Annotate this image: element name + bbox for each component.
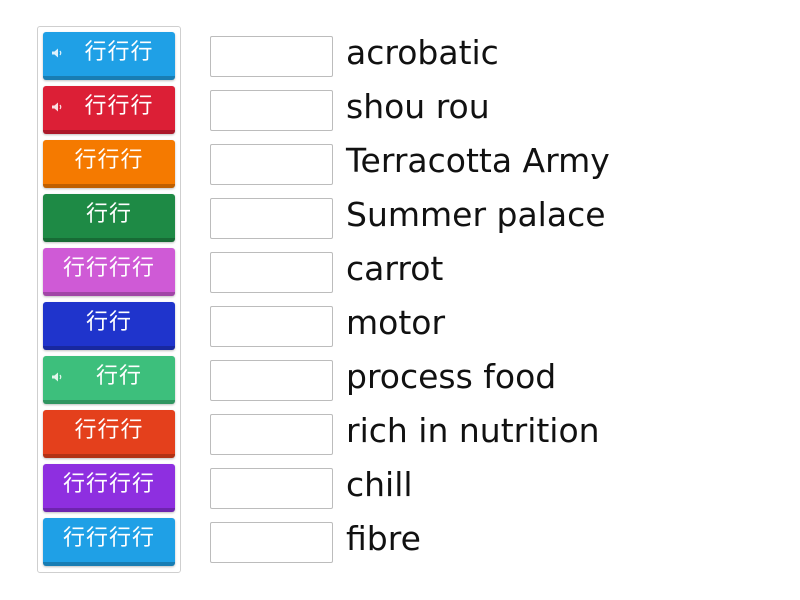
speaker-icon[interactable] (52, 372, 64, 382)
tile-label: 行行行行 (62, 256, 155, 281)
drop-slot[interactable] (210, 144, 333, 185)
tile[interactable]: 行行 (43, 194, 175, 242)
tile-label: 行行 (95, 364, 142, 389)
tile[interactable]: 行行行行 (43, 518, 175, 566)
drop-slot[interactable] (210, 198, 333, 239)
tile-label: 行行行行 (62, 472, 155, 497)
drop-slot[interactable] (210, 414, 333, 455)
tile-label: 行行行 (84, 40, 154, 65)
tile[interactable]: 行行行 (43, 140, 175, 188)
answer-label: Summer palace (346, 195, 606, 234)
tile-label: 行行行行 (62, 526, 155, 551)
answer-label: shou rou (346, 87, 490, 126)
tile[interactable]: 行行 (43, 356, 175, 404)
answer-label: Terracotta Army (346, 141, 610, 180)
tile-label: 行行 (85, 310, 132, 335)
drop-slot[interactable] (210, 360, 333, 401)
drop-slot[interactable] (210, 468, 333, 509)
speaker-icon[interactable] (52, 102, 64, 112)
tile-label: 行行行 (84, 94, 154, 119)
drop-slot[interactable] (210, 90, 333, 131)
answer-label: chill (346, 465, 413, 504)
answer-label: motor (346, 303, 446, 342)
drop-slot[interactable] (210, 36, 333, 77)
answer-label: rich in nutrition (346, 411, 600, 450)
tile[interactable]: 行行行 (43, 86, 175, 134)
answer-label: process food (346, 357, 557, 396)
tile-label: 行行 (85, 202, 132, 227)
drop-slot[interactable] (210, 252, 333, 293)
tile[interactable]: 行行行 (43, 32, 175, 80)
match-up-activity: 行行行 行行行 行行行 行行 行行行行 行行 行行 行行行 行行行行 行行行行 … (0, 0, 800, 600)
tile[interactable]: 行行行 (43, 410, 175, 458)
answer-label: acrobatic (346, 33, 499, 72)
tile-label: 行行行 (74, 418, 144, 443)
tile[interactable]: 行行行行 (43, 464, 175, 512)
answer-label: fibre (346, 519, 421, 558)
speaker-icon[interactable] (52, 48, 64, 58)
tile[interactable]: 行行行行 (43, 248, 175, 296)
drop-slot[interactable] (210, 522, 333, 563)
drop-slot[interactable] (210, 306, 333, 347)
tile[interactable]: 行行 (43, 302, 175, 350)
answer-label: carrot (346, 249, 444, 288)
tile-label: 行行行 (74, 148, 144, 173)
